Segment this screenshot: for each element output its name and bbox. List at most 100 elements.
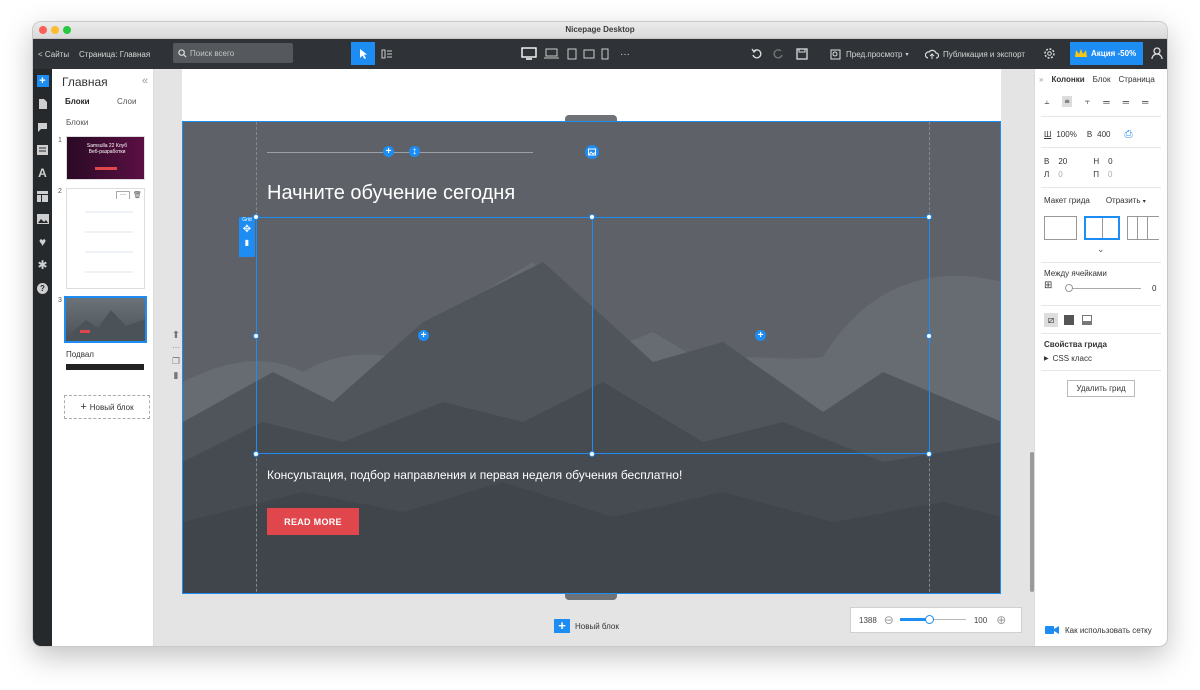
heart-icon: ♥ [38,235,47,249]
save-button[interactable] [790,42,814,65]
more-options-icon[interactable]: ··· [170,342,182,354]
color-background-option[interactable] [1062,313,1076,327]
text-blocks-button[interactable] [33,140,52,160]
publish-button[interactable]: Публикация и экспорт [925,39,1025,69]
typography-button[interactable]: A [33,163,52,183]
layout-option-single[interactable] [1044,216,1077,240]
zoom-slider-knob[interactable] [925,615,935,624]
images-button[interactable] [33,209,52,229]
hero-description[interactable]: Консультация, подбор направления и перва… [267,468,682,482]
favorites-button[interactable]: ♥ [33,232,52,252]
padding-bottom-value[interactable]: 0 [1108,157,1112,166]
add-element-dot[interactable]: + [383,146,394,157]
mirror-dropdown[interactable]: Отразить ▾ [1106,196,1146,205]
align-bottom-icon[interactable]: ⫟ [1085,96,1090,107]
site-settings-button[interactable]: ✱ [33,255,52,275]
tab-page[interactable]: Страница [1119,75,1155,84]
layouts-button[interactable] [33,186,52,206]
layout-option-two-columns-selected[interactable] [1084,216,1120,240]
back-to-sites-link[interactable]: < Сайты [38,39,69,69]
padding-left-value[interactable]: 0 [1058,170,1093,179]
search-input[interactable]: Поиск всего [173,43,293,63]
grid-resize-handle[interactable] [926,214,932,220]
block-thumbnail-selected[interactable] [64,296,147,343]
grid-resize-handle[interactable] [253,451,259,457]
select-tool-button[interactable] [351,42,375,65]
previous-block[interactable] [182,69,1001,121]
cell-spacing-knob[interactable] [1065,284,1073,292]
grid-resize-handle[interactable] [926,451,932,457]
grid-help-link[interactable]: Как использовать сетку [1045,625,1152,635]
align-center-icon[interactable]: ═ [1123,97,1129,107]
tab-layers[interactable]: Слои [117,97,136,106]
tab-columns[interactable]: Колонки [1051,75,1084,84]
image-placeholder-icon[interactable] [585,145,599,159]
preview-button[interactable]: Пред.просмотр ▾ [830,39,909,69]
padding-right-value[interactable]: 0 [1108,170,1112,179]
zoom-in-icon[interactable]: ⊕ [996,613,1006,627]
more-menu-button[interactable]: ··· [620,39,630,69]
height-value[interactable]: 400 [1097,130,1110,139]
align-stretch-icon[interactable]: ═ [1103,97,1109,107]
align-end-icon[interactable]: ═ [1142,97,1148,107]
zoom-out-icon[interactable]: ⊖ [884,613,894,627]
add-element-button[interactable]: + [33,71,52,91]
phone-view-button[interactable] [593,42,617,65]
move-up-icon[interactable]: ⬆ [170,329,182,342]
grid-resize-handle[interactable] [926,333,932,339]
new-block-button[interactable]: + Новый блок [64,395,150,419]
block-thumbnail[interactable]: ··· 🗑 [66,188,145,289]
align-middle-icon[interactable]: ⩧ [1062,96,1072,107]
footer-thumbnail[interactable] [66,364,144,370]
block-thumbnail[interactable]: Samsulla 22 Клуб Веб-разработки [66,136,145,180]
pages-button[interactable] [33,94,52,114]
cell-spacing-slider[interactable] [1065,288,1141,289]
hero-heading[interactable]: Начните обучение сегодня [267,182,515,205]
grid-container[interactable] [256,217,930,454]
grid-resize-handle[interactable] [589,214,595,220]
comments-button[interactable] [33,117,52,137]
width-value[interactable]: 100% [1056,130,1076,139]
add-to-cell-button[interactable]: + [755,330,766,341]
align-top-icon[interactable]: ⫠ [1044,96,1049,107]
zoom-slider[interactable] [899,615,966,625]
desktop-view-button[interactable] [517,42,541,65]
collapse-panel-icon[interactable]: « [142,75,148,87]
hero-block[interactable]: + ↕ Начните обучение сегодня Grid ✥ ▮ + … [182,121,1001,594]
new-block-bottom-button[interactable]: + Новый блок [554,619,619,633]
padding-top-value[interactable]: 20 [1058,157,1093,166]
resize-handle-dot[interactable]: ↕ [409,146,420,157]
trash-icon[interactable]: ▮ [239,236,255,250]
read-more-button[interactable]: READ MORE [267,508,359,535]
layout-option-three-columns[interactable] [1127,216,1159,240]
undo-button[interactable] [744,42,768,65]
tab-block[interactable]: Блок [1093,75,1111,84]
duplicate-icon[interactable]: ❐ [170,354,182,368]
settings-button[interactable] [1037,42,1061,65]
delete-grid-button[interactable]: Удалить грид [1067,380,1135,397]
chevron-down-icon[interactable]: ⌄ [1097,244,1105,255]
current-page-selector[interactable]: Страница: Главная [79,39,150,69]
tab-blocks[interactable]: Блоки [65,97,90,106]
layout-column-divider [1147,217,1148,239]
grid-resize-handle[interactable] [589,451,595,457]
redo-button[interactable] [766,42,790,65]
responsive-icon[interactable]: ⎙ [1125,129,1133,140]
account-button[interactable] [1145,42,1167,65]
move-icon[interactable]: ✥ [239,224,255,236]
grid-toolbar[interactable]: Grid ✥ ▮ [239,217,255,257]
add-to-cell-button[interactable]: + [418,330,429,341]
grid-column-divider[interactable] [592,217,593,454]
trash-icon[interactable]: 🗑 [133,191,142,200]
grid-resize-handle[interactable] [253,333,259,339]
no-background-option[interactable]: ⧄ [1044,313,1058,327]
help-button[interactable]: ? [33,278,52,298]
image-background-option[interactable] [1080,313,1094,327]
grid-resize-handle[interactable] [253,214,259,220]
block-bottom-tab[interactable] [565,594,617,600]
promo-button[interactable]: Акция -50% [1070,42,1143,65]
grid-tool-button[interactable] [375,42,399,65]
css-class-toggle[interactable]: ▶ CSS класс [1044,354,1092,363]
trash-icon[interactable]: ▮ [170,368,182,382]
expand-panel-icon[interactable]: » [1039,75,1043,84]
